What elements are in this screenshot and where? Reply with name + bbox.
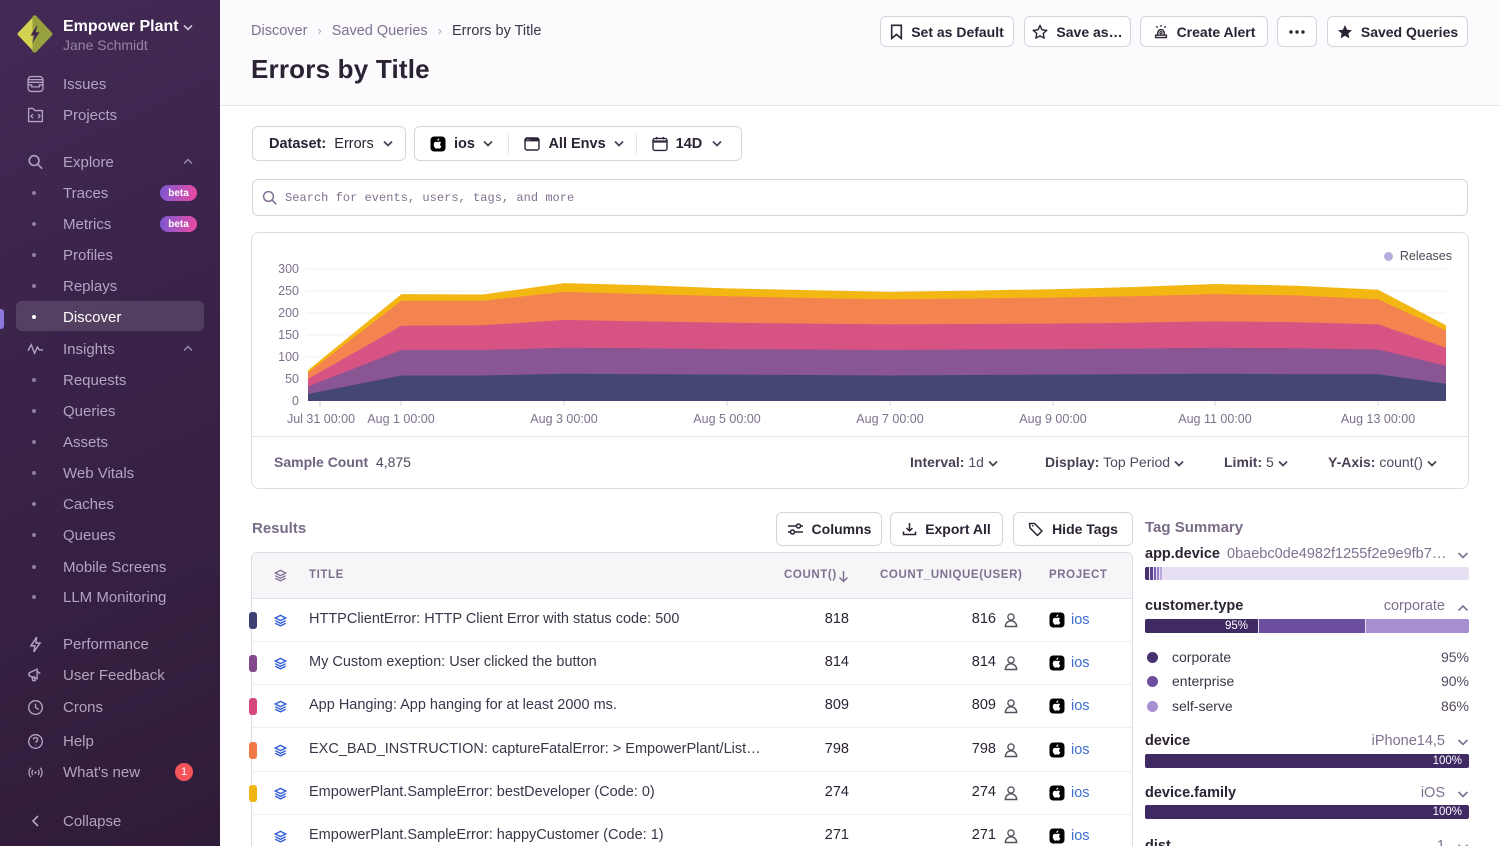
svg-text:150: 150 <box>278 328 299 342</box>
svg-text:100: 100 <box>278 350 299 364</box>
svg-text:250: 250 <box>278 284 299 298</box>
svg-text:50: 50 <box>285 372 299 386</box>
svg-text:Aug 1 00:00: Aug 1 00:00 <box>367 412 434 426</box>
svg-text:Aug 9 00:00: Aug 9 00:00 <box>1019 412 1086 426</box>
svg-text:200: 200 <box>278 306 299 320</box>
svg-text:Jul 31 00:00: Jul 31 00:00 <box>287 412 355 426</box>
svg-text:Aug 7 00:00: Aug 7 00:00 <box>856 412 923 426</box>
svg-text:300: 300 <box>278 262 299 276</box>
svg-text:Aug 3 00:00: Aug 3 00:00 <box>530 412 597 426</box>
svg-text:Aug 5 00:00: Aug 5 00:00 <box>693 412 760 426</box>
svg-text:0: 0 <box>292 394 299 408</box>
